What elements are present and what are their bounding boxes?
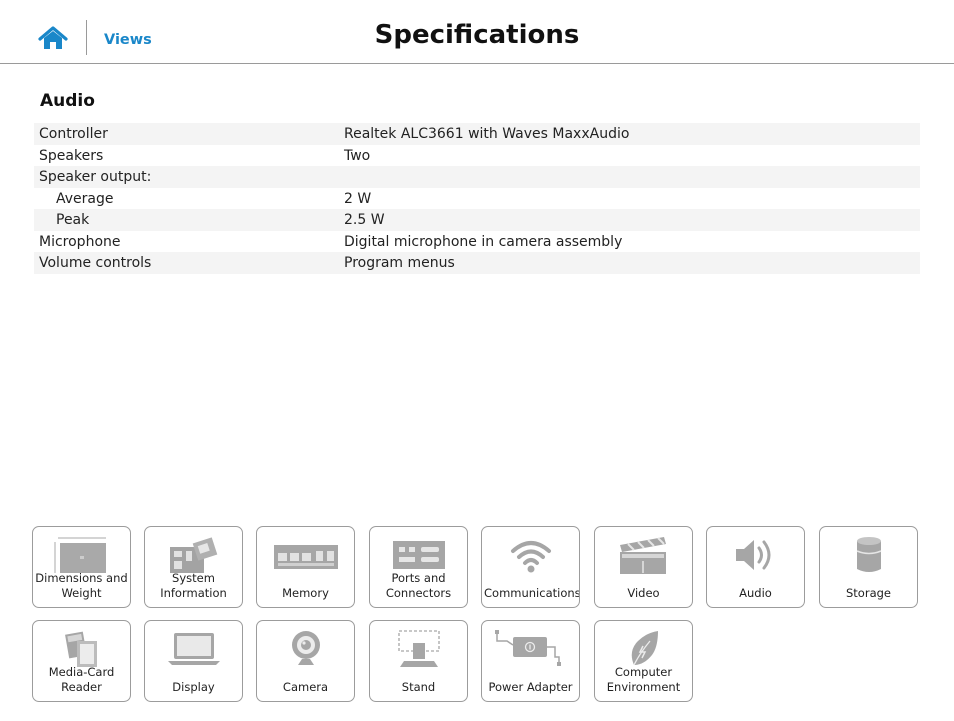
spec-value: Two [344, 147, 371, 164]
spec-value: Digital microphone in camera assembly [344, 233, 623, 250]
spec-row-peak: Peak 2.5 W [34, 209, 920, 231]
tile-display[interactable]: Display [144, 620, 243, 702]
tile-label: Video [627, 585, 660, 600]
clapperboard-icon [604, 533, 684, 577]
tile-communications[interactable]: Communications [481, 526, 580, 608]
tile-memory[interactable]: Memory [256, 526, 355, 608]
spec-label: Speaker output: [39, 169, 152, 185]
speaker-icon [716, 533, 796, 577]
tile-audio[interactable]: Audio [706, 526, 805, 608]
tile-video[interactable]: Video [594, 526, 693, 608]
header: Views Specifications [0, 0, 954, 64]
page-title: Specifications [374, 20, 580, 50]
storage-cylinder-icon [829, 533, 909, 577]
laptop-display-icon [154, 627, 234, 671]
spec-row-microphone: Microphone Digital microphone in camera … [34, 231, 920, 253]
tile-label: Audio [739, 585, 772, 600]
spec-row-controller: Controller Realtek ALC3661 with Waves Ma… [34, 123, 920, 145]
stand-icon [379, 627, 459, 671]
spec-category-grid: Dimensions and Weight System Information [32, 526, 922, 706]
tile-label: Ports and Connectors [385, 571, 452, 600]
spec-row-speakers: Speakers Two [34, 145, 920, 167]
spec-label: Volume controls [39, 255, 152, 271]
webcam-icon [266, 627, 346, 671]
spec-value: 2.5 W [344, 212, 385, 228]
wifi-icon [491, 533, 571, 577]
spec-label: Average [56, 190, 114, 207]
section-title: Audio [40, 91, 95, 111]
tile-label: Computer Environment [606, 665, 681, 694]
memory-module-icon [266, 533, 346, 577]
tile-label: System Information [160, 571, 227, 600]
tile-label: Stand [401, 679, 436, 694]
tile-label: Display [172, 679, 215, 694]
spec-row-speaker-output: Speaker output: [34, 166, 920, 188]
tile-label: Camera [282, 679, 329, 694]
spec-label: Peak [56, 212, 90, 228]
tile-power-adapter[interactable]: Power Adapter [481, 620, 580, 702]
tile-dimensions-weight[interactable]: Dimensions and Weight [32, 526, 131, 608]
tile-stand[interactable]: Stand [369, 620, 468, 702]
tile-system-information[interactable]: System Information [144, 526, 243, 608]
tile-label: Dimensions and Weight [35, 571, 128, 600]
spec-label: Microphone [39, 233, 121, 250]
spec-value: 2 W [344, 190, 372, 207]
spec-label: Speakers [39, 147, 104, 164]
spec-value: Program menus [344, 255, 455, 271]
spec-value: Realtek ALC3661 with Waves MaxxAudio [344, 126, 630, 142]
power-adapter-icon [491, 627, 571, 671]
spec-label: Controller [39, 126, 108, 142]
tile-label: Communications [484, 585, 580, 600]
tile-label: Media-Card Reader [48, 665, 115, 694]
tile-label: Memory [282, 585, 329, 600]
spec-row-average: Average 2 W [34, 188, 920, 210]
tile-label: Power Adapter [488, 679, 573, 694]
tile-label: Storage [846, 585, 891, 600]
spec-table: Controller Realtek ALC3661 with Waves Ma… [34, 123, 920, 274]
tile-media-card-reader[interactable]: Media-Card Reader [32, 620, 131, 702]
tile-storage[interactable]: Storage [819, 526, 918, 608]
tile-camera[interactable]: Camera [256, 620, 355, 702]
tile-ports-connectors[interactable]: Ports and Connectors [369, 526, 468, 608]
tile-computer-environment[interactable]: Computer Environment [594, 620, 693, 702]
spec-row-volume-controls: Volume controls Program menus [34, 252, 920, 274]
